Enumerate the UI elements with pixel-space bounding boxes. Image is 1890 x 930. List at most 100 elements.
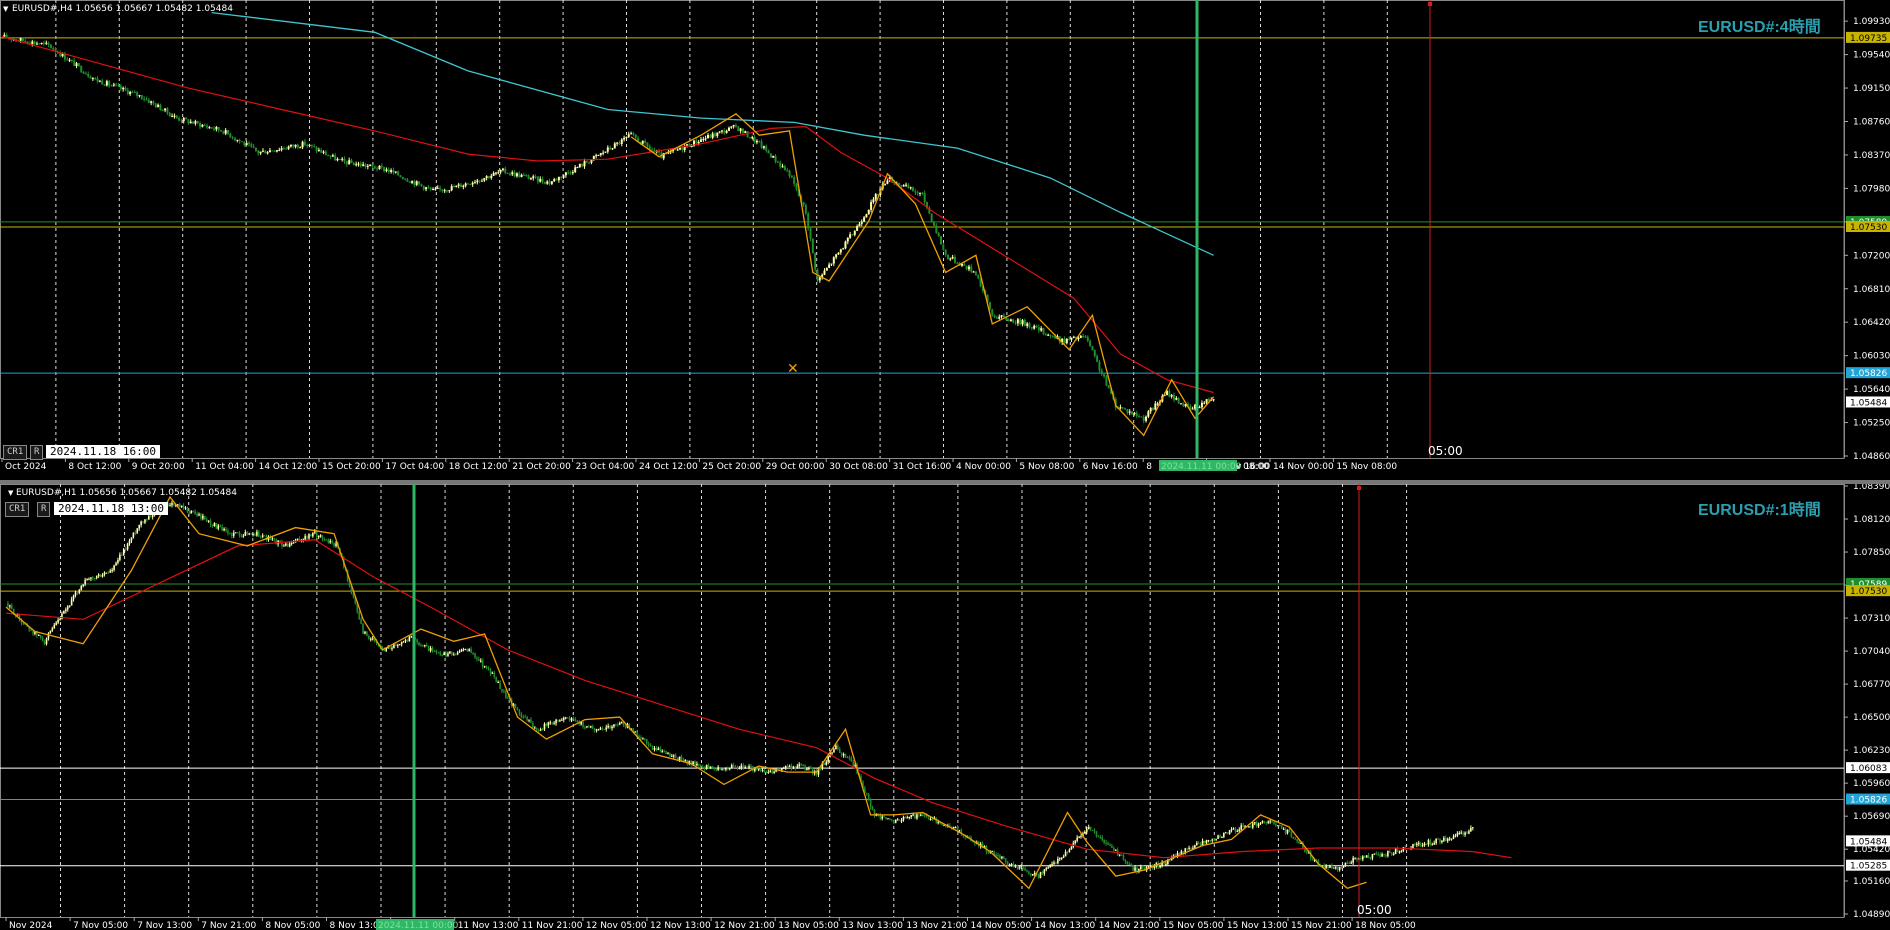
r-button[interactable]: R: [37, 502, 51, 517]
candle-bull: [757, 769, 760, 771]
candle-bear: [753, 137, 756, 143]
candle-bear: [734, 767, 737, 769]
candle-bull: [485, 176, 488, 179]
candle-bull: [839, 249, 842, 253]
candle-bull: [943, 825, 945, 827]
candle-bull: [671, 755, 673, 757]
candle-bull: [597, 729, 600, 731]
candle-bear: [1122, 855, 1125, 860]
candle-bull: [846, 237, 849, 242]
cr1-button[interactable]: CR1: [3, 445, 28, 460]
candle-bear: [196, 121, 199, 124]
candle-bear: [568, 717, 571, 721]
candle-bull: [74, 592, 77, 596]
candle-bull: [464, 649, 467, 651]
time-tick-label: Nov 2024: [9, 921, 53, 930]
candle-bull: [618, 722, 621, 725]
candle-bull: [657, 748, 660, 751]
candle-bear: [227, 130, 230, 134]
candle-bear: [603, 728, 606, 730]
candle-bull: [432, 189, 435, 191]
candle-bull: [634, 731, 636, 733]
r-button[interactable]: R: [30, 445, 44, 460]
candle-bull: [1334, 867, 1337, 869]
candle-bear: [907, 184, 910, 188]
time-tick-label: 15 Nov 05:00: [1163, 921, 1224, 930]
candle-bull: [9, 605, 11, 607]
chart-h4-canvas[interactable]: 1.09930 1.09540 1.09150 1.08760 1.08370 1.079…: [0, 0, 1890, 480]
collapse-triangle-icon[interactable]: ▼: [3, 5, 8, 13]
candle-bear: [7, 603, 9, 607]
candle-bear: [1263, 821, 1266, 823]
candle-bear: [33, 41, 36, 44]
candle-bull: [1277, 825, 1279, 827]
candle-bull: [867, 209, 870, 215]
candle-bull: [234, 532, 237, 534]
candle-bear: [152, 101, 155, 104]
candle-bear: [1414, 844, 1416, 846]
candle-bear: [21, 38, 24, 41]
candle-bull: [958, 830, 961, 832]
candle-bear: [1199, 843, 1202, 846]
candle-bear: [1044, 334, 1047, 336]
collapse-triangle-icon[interactable]: ▼: [8, 489, 13, 497]
cr1-button[interactable]: CR1: [5, 502, 30, 517]
price-level-tag-label: 1.07530: [1850, 223, 1887, 233]
candle-bear: [320, 149, 323, 153]
candle-bull: [490, 175, 493, 178]
candle-bear: [651, 745, 654, 750]
candle-bear: [1360, 857, 1362, 860]
candle-bull: [595, 729, 598, 731]
candle-bear: [433, 650, 436, 652]
candle-bear: [147, 99, 150, 103]
candle-bull: [1446, 838, 1449, 842]
candle-bull: [1333, 867, 1335, 869]
candle-bear: [315, 147, 318, 151]
candle-bull: [576, 167, 579, 169]
candle-bear: [1177, 397, 1180, 404]
candle-bear: [995, 317, 998, 319]
candle-bear: [1066, 851, 1069, 853]
candle-bull: [1248, 826, 1250, 828]
chart-panel-h4[interactable]: 1.09930 1.09540 1.09150 1.08760 1.08370 1.079…: [0, 0, 1890, 480]
candle-bull: [1427, 840, 1430, 845]
candle-bear: [1356, 857, 1358, 860]
candle-bear: [581, 163, 584, 167]
chart-panel-h1[interactable]: 1.083901.081201.078501.075801.073101.070…: [0, 484, 1890, 930]
candle-bear: [1138, 416, 1141, 418]
candle-bull: [919, 192, 922, 194]
zigzag-line: [5, 495, 1367, 890]
candle-bull: [391, 648, 393, 650]
candle-bear: [763, 769, 766, 772]
candle-bull: [1087, 827, 1090, 830]
candle-bull: [287, 146, 290, 149]
candle-bull: [447, 653, 449, 657]
candle-bull: [1203, 402, 1206, 404]
candle-bull: [767, 771, 770, 773]
candle-bear: [1098, 361, 1101, 371]
candle-bull: [148, 516, 150, 520]
price-level-tag-label: 1.05484: [1850, 398, 1887, 408]
candle-bull: [494, 172, 497, 174]
candle-bull: [150, 101, 153, 103]
price-level-tag-label: 1.05484: [1850, 837, 1887, 847]
candle-bull: [256, 531, 258, 536]
candle-bear: [904, 816, 907, 819]
time-tick-label: 8 Nov 05:00: [265, 921, 320, 930]
candle-bear: [286, 543, 289, 547]
candle-bull: [1398, 851, 1401, 853]
candle-bear: [846, 757, 849, 759]
candle-bull: [180, 505, 183, 507]
candle-bear: [401, 176, 404, 180]
candle-bull: [798, 764, 801, 767]
candle-bull: [128, 540, 131, 544]
candle-bull: [874, 194, 877, 200]
chart-h1-canvas[interactable]: 1.083901.081201.078501.075801.073101.070…: [0, 484, 1890, 930]
candle-bull: [1200, 402, 1203, 408]
candle-bull: [740, 765, 743, 769]
candle-bull: [1224, 832, 1227, 834]
candle-bear: [101, 80, 104, 85]
candle-bull: [1240, 825, 1242, 830]
candle-bull: [1077, 337, 1080, 340]
candle-bear: [406, 640, 409, 642]
